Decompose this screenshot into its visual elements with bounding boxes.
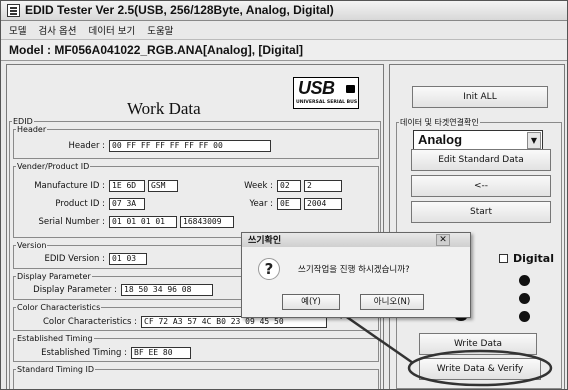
annotation-overlay (333, 307, 553, 387)
annotation-ellipse (407, 349, 553, 387)
dialog-title: 쓰기확인 (248, 236, 282, 246)
yes-button[interactable]: 예(Y) (282, 294, 340, 310)
dialog-title-bar: 쓰기확인 ✕ (242, 233, 470, 247)
dialog-message: 쓰기작업을 진행 하시겠습니까? (298, 265, 410, 275)
close-icon[interactable]: ✕ (436, 234, 450, 246)
no-button[interactable]: 아니오(N) (360, 294, 424, 310)
annotation-arrow-line (340, 311, 414, 365)
edid-tester-window: EDID Tester Ver 2.5(USB, 256/128Byte, An… (0, 0, 568, 390)
question-icon: ? (258, 258, 280, 280)
write-confirm-dialog: 쓰기확인 ✕ ? 쓰기작업을 진행 하시겠습니까? 예(Y) 아니오(N) (241, 232, 471, 318)
